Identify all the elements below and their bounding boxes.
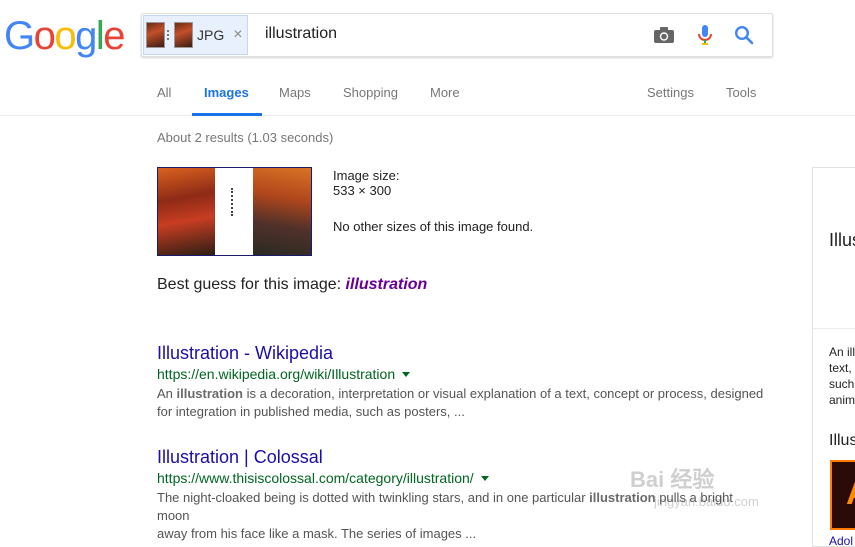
description-line: An ill: [829, 345, 855, 359]
logo-letter: o: [54, 14, 76, 58]
snippet-text: The night-cloaked being is dotted with t…: [157, 490, 590, 505]
logo-letter: g: [75, 14, 97, 58]
tab-more[interactable]: More: [430, 85, 460, 115]
knowledge-panel: Illus An ill text, such anim Illus A Ado…: [812, 167, 855, 547]
thumbnail-left-photo: [158, 168, 215, 255]
watermark-logo: Bai 经验: [630, 467, 715, 492]
knowledge-panel-caption[interactable]: Adol: [829, 534, 853, 547]
tab-settings[interactable]: Settings: [647, 85, 694, 115]
best-guess-prefix: Best guess for this image:: [157, 276, 342, 293]
image-size-value: 533 × 300: [333, 183, 392, 198]
description-line: text,: [829, 361, 852, 375]
thumbnail-right-photo: [253, 168, 311, 255]
snippet-text: An: [157, 386, 177, 401]
microphone-icon[interactable]: [693, 23, 717, 47]
logo-letter: e: [103, 14, 125, 58]
thumbnail-middle-panel: [215, 168, 253, 255]
tab-maps[interactable]: Maps: [279, 85, 311, 115]
logo-letter: l: [95, 14, 105, 58]
uploaded-image-thumbnail[interactable]: [157, 167, 312, 256]
result-url-text[interactable]: https://en.wikipedia.org/wiki/Illustrati…: [157, 366, 395, 382]
tab-tools[interactable]: Tools: [726, 85, 756, 115]
adobe-illustrator-logo[interactable]: A: [830, 460, 855, 530]
result-snippet: An illustration is a decoration, interpr…: [157, 385, 767, 421]
knowledge-panel-description: An ill text, such anim: [829, 344, 855, 408]
result-title-link[interactable]: Illustration - Wikipedia: [157, 342, 767, 364]
tab-all[interactable]: All: [157, 85, 171, 115]
tab-bar: All Images Maps Shopping More Settings T…: [0, 78, 855, 116]
search-result: Illustration - Wikipedia https://en.wiki…: [157, 342, 767, 421]
image-size-label: Image size:: [333, 168, 400, 183]
query-image-thumbnail: [146, 22, 165, 48]
result-url[interactable]: https://en.wikipedia.org/wiki/Illustrati…: [157, 365, 767, 383]
best-guess-link[interactable]: illustration: [346, 276, 428, 293]
watermark-url: jingyan.baidu.com: [654, 494, 759, 509]
snippet-text: away from his face like a mask. The seri…: [157, 526, 477, 541]
result-url-text[interactable]: https://www.thisiscolossal.com/category/…: [157, 470, 474, 486]
query-image-thumbnail-2: [174, 22, 193, 48]
logo-letter: G: [4, 14, 35, 58]
header: Google JPG × illustration All Images Map…: [0, 0, 855, 116]
result-stats: About 2 results (1.03 seconds): [157, 130, 334, 145]
google-logo[interactable]: Google: [4, 14, 125, 58]
snippet-text: for integration in published media, such…: [157, 404, 465, 419]
search-input[interactable]: illustration: [265, 25, 337, 43]
description-line: anim: [829, 393, 855, 407]
dropdown-arrow-icon[interactable]: [402, 372, 411, 377]
camera-icon[interactable]: [652, 23, 676, 47]
dropdown-arrow-icon[interactable]: [480, 476, 489, 481]
close-icon[interactable]: ×: [233, 27, 242, 43]
description-line: such: [829, 377, 855, 391]
logo-letter: o: [33, 14, 56, 58]
snippet-text: is a decoration, interpretation or visua…: [242, 386, 764, 401]
knowledge-panel-title: Illus: [829, 230, 855, 250]
knowledge-panel-subtitle: Illus: [829, 432, 855, 449]
drag-handle-icon: [167, 30, 169, 40]
no-other-sizes-text: No other sizes of this image found.: [333, 219, 534, 234]
image-query-chip[interactable]: JPG ×: [143, 15, 248, 55]
baidu-watermark: Bai 经验 jingyan.baidu.com: [630, 462, 759, 509]
tab-shopping[interactable]: Shopping: [343, 85, 398, 115]
chip-label: JPG: [197, 27, 225, 43]
search-box[interactable]: JPG × illustration: [141, 13, 773, 57]
search-icon[interactable]: [732, 23, 756, 47]
best-guess: Best guess for this image: illustration: [157, 276, 427, 294]
divider: [813, 328, 855, 329]
snippet-highlight: illustration: [176, 386, 243, 401]
tab-images[interactable]: Images: [192, 85, 262, 116]
